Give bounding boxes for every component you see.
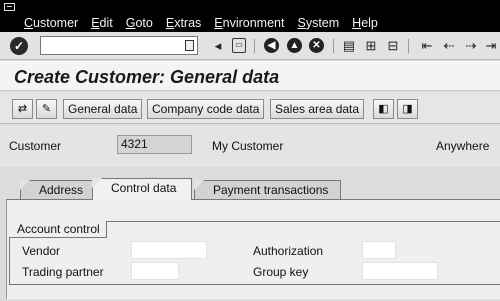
menu-customer[interactable]: Customer xyxy=(24,15,78,31)
command-history-icon[interactable] xyxy=(185,40,194,51)
account-control-title: Account control xyxy=(9,221,107,238)
menu-help[interactable]: Help xyxy=(352,15,378,31)
previous-screen-icon[interactable]: ◧ xyxy=(373,99,394,119)
group-key-input[interactable] xyxy=(362,262,438,280)
general-data-button[interactable]: General data xyxy=(63,99,143,119)
page-title: Create Customer: General data xyxy=(14,67,280,87)
customer-header: Customer 4321 My Customer Anywhere xyxy=(0,125,500,167)
toolbar-separator xyxy=(333,39,334,53)
sales-area-data-button[interactable]: Sales area data xyxy=(270,99,365,119)
vendor-input[interactable] xyxy=(131,241,207,259)
customer-label: Customer xyxy=(9,139,62,153)
other-customer-icon[interactable]: ⇄ xyxy=(12,99,33,119)
group-key-label: Group key xyxy=(253,265,309,279)
trading-partner-label: Trading partner xyxy=(22,265,104,279)
vendor-label: Vendor xyxy=(22,244,61,258)
menu-bar: Customer Edit Goto Extras Environment Sy… xyxy=(0,0,500,32)
command-field[interactable] xyxy=(40,36,198,55)
customer-name: My Customer xyxy=(212,139,284,153)
first-page-icon[interactable]: ⇤ xyxy=(420,38,434,53)
last-page-icon[interactable]: ⇥ xyxy=(484,38,498,53)
previous-page-icon[interactable]: ⇠ xyxy=(442,38,456,53)
back-icon[interactable]: ◀ xyxy=(264,38,279,53)
cancel-icon[interactable]: ✕ xyxy=(309,38,324,53)
menu-environment[interactable]: Environment xyxy=(214,15,284,31)
menu-edit[interactable]: Edit xyxy=(91,15,113,31)
tab-strip: Address Control data Payment transaction… xyxy=(0,178,500,200)
exit-icon[interactable]: ▲ xyxy=(287,38,302,53)
application-toolbar: ⇄ ✎ General data Company code data Sales… xyxy=(0,92,500,124)
save-icon[interactable]: ▭ xyxy=(232,38,246,53)
customer-number-field: 4321 xyxy=(117,135,192,154)
menu-extras[interactable]: Extras xyxy=(166,15,201,31)
menu-goto[interactable]: Goto xyxy=(126,15,153,31)
toolbar-separator xyxy=(408,39,409,53)
enter-icon[interactable]: ✓ xyxy=(10,37,28,55)
system-menu-icon[interactable] xyxy=(4,3,15,11)
find-icon[interactable]: ⊞ xyxy=(364,38,378,53)
toolbar-separator xyxy=(254,39,255,53)
next-screen-icon[interactable]: ◨ xyxy=(397,99,418,119)
edit-icon[interactable]: ✎ xyxy=(36,99,57,119)
tab-address[interactable]: Address xyxy=(20,180,98,200)
authorization-label: Authorization xyxy=(253,244,324,258)
find-next-icon[interactable]: ⊟ xyxy=(386,38,400,53)
title-bar: Create Customer: General data xyxy=(0,61,500,91)
authorization-input[interactable] xyxy=(362,241,396,259)
customer-city: Anywhere xyxy=(436,139,490,153)
company-code-data-button[interactable]: Company code data xyxy=(147,99,265,119)
menu-items: Customer Edit Goto Extras Environment Sy… xyxy=(24,15,391,31)
tab-control-data[interactable]: Control data xyxy=(92,178,192,200)
standard-toolbar: ✓ ◂ ▭ ◀ ▲ ✕ ▤ ⊞ ⊟ ⇤ ⇠ ⇢ ⇥ xyxy=(0,32,500,60)
print-icon[interactable]: ▤ xyxy=(342,38,356,53)
back-arrow-icon[interactable]: ◂ xyxy=(211,38,225,53)
tab-payment-transactions[interactable]: Payment transactions xyxy=(194,180,341,200)
menu-system[interactable]: System xyxy=(297,15,339,31)
trading-partner-input[interactable] xyxy=(131,262,179,280)
next-page-icon[interactable]: ⇢ xyxy=(464,38,478,53)
